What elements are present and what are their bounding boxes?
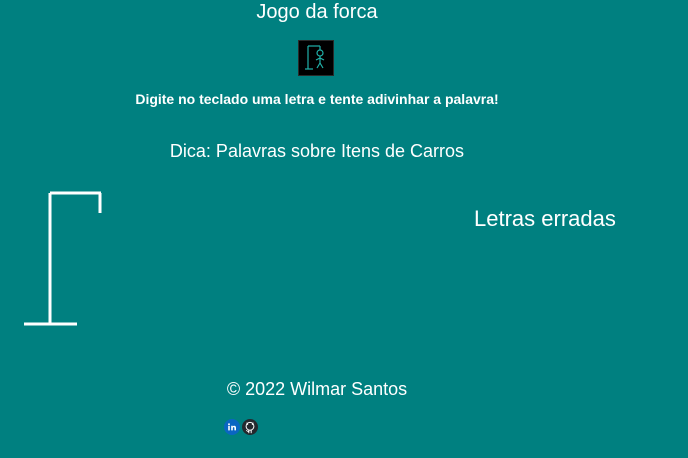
- gallows-icon: [24, 190, 104, 335]
- github-icon[interactable]: [242, 419, 258, 435]
- social-links: [224, 419, 258, 435]
- copyright-text: © 2022 Wilmar Santos: [226, 379, 408, 399]
- instructions-text: Digite no teclado uma letra e tente adiv…: [135, 91, 499, 107]
- hangman-icon: [298, 40, 334, 76]
- wrong-letters-title: Letras erradas: [474, 206, 616, 231]
- hint-text: Dica: Palavras sobre Itens de Carros: [169, 141, 465, 161]
- linkedin-icon[interactable]: [224, 419, 240, 435]
- page-title: Jogo da forca: [256, 1, 378, 23]
